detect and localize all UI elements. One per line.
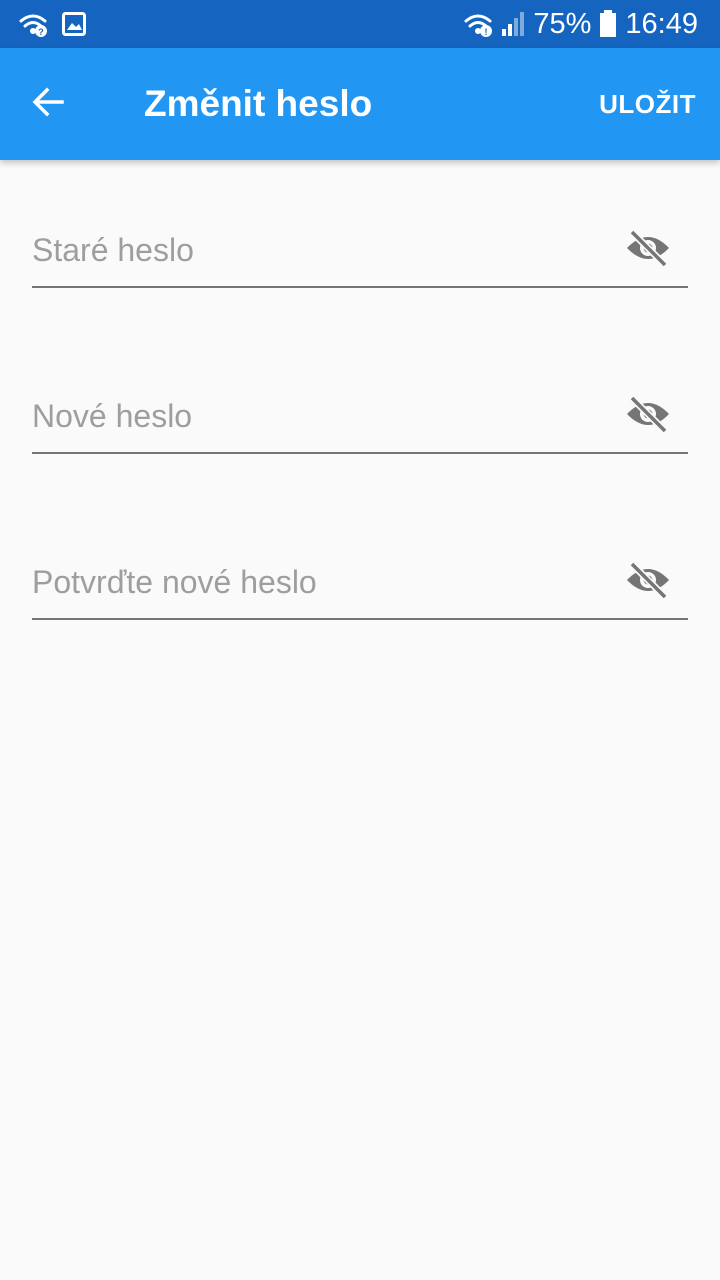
clock: 16:49 <box>625 7 698 40</box>
toggle-visibility-button[interactable] <box>622 226 674 274</box>
confirm-password-input[interactable] <box>32 558 592 606</box>
battery-percent: 75% <box>533 7 592 40</box>
svg-text:?: ? <box>38 27 44 37</box>
app-bar: Změnit heslo ULOŽIT <box>0 48 720 160</box>
old-password-input[interactable] <box>32 226 592 274</box>
toggle-visibility-button[interactable] <box>622 392 674 440</box>
new-password-input[interactable] <box>32 392 592 440</box>
page-title: Změnit heslo <box>144 83 373 124</box>
wifi-icon: ? <box>18 10 48 38</box>
new-password-field <box>32 380 688 454</box>
back-button[interactable] <box>16 72 80 136</box>
eye-off-icon <box>625 561 671 604</box>
status-left-icons: ? <box>18 10 86 38</box>
status-right-icons: ! 75% 16:49 <box>463 6 698 42</box>
eye-off-icon <box>625 229 671 272</box>
arrow-left-icon <box>30 84 66 125</box>
gallery-icon <box>62 11 86 37</box>
save-button[interactable]: ULOŽIT <box>599 86 696 122</box>
wifi-icon: ! <box>463 10 493 38</box>
battery-icon <box>599 10 617 38</box>
toggle-visibility-button[interactable] <box>622 558 674 606</box>
svg-text:!: ! <box>485 27 488 37</box>
eye-off-icon <box>625 395 671 438</box>
signal-icon <box>501 11 525 37</box>
old-password-field <box>32 214 688 288</box>
confirm-password-field <box>32 546 688 620</box>
status-bar: ? ! 75% 16:49 <box>0 0 720 48</box>
